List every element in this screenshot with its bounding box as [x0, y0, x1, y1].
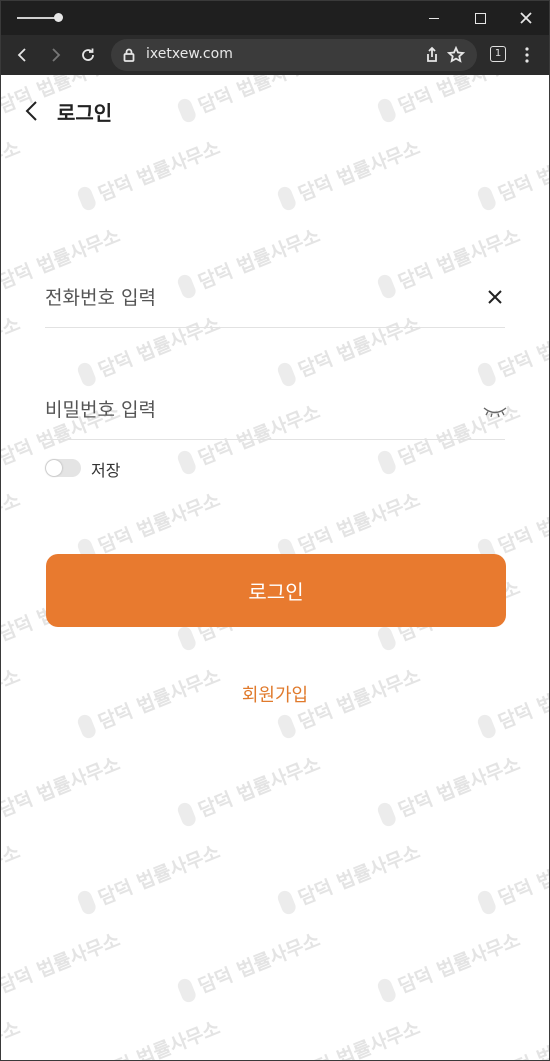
svg-text:담덕 법률사무소: 담덕 법률사무소	[495, 489, 549, 558]
toggle-knob	[46, 460, 62, 476]
watermark-stamp: 담덕 법률사무소	[377, 753, 523, 827]
watermark-stamp: 담덕 법률사무소	[95, 1017, 223, 1060]
svg-text:담덕 법률사무소: 담덕 법률사무소	[1, 313, 23, 382]
watermark-stamp: 담덕 법률사무소	[1, 753, 123, 822]
svg-text:담덕 법률사무소: 담덕 법률사무소	[1, 137, 23, 206]
login-button[interactable]: 로그인	[46, 554, 506, 627]
tab-count-button[interactable]: 1	[490, 46, 506, 62]
watermark-stamp: 담덕 법률사무소	[495, 1017, 549, 1060]
svg-text:담덕 법률사무소: 담덕 법률사무소	[495, 1017, 549, 1060]
watermark-stamp: 담덕 법률사무소	[177, 753, 323, 827]
back-arrow-icon	[17, 48, 26, 62]
password-input[interactable]	[45, 393, 465, 427]
svg-text:담덕 법률사무소: 담덕 법률사무소	[495, 137, 549, 206]
svg-text:담덕 법률사무소: 담덕 법률사무소	[295, 1017, 423, 1060]
share-icon[interactable]	[423, 46, 441, 64]
watermark-stamp: 담덕 법률사무소	[277, 841, 423, 915]
clear-icon[interactable]	[486, 288, 504, 306]
svg-text:담덕 법률사무소: 담덕 법률사무소	[1, 841, 23, 910]
svg-text:담덕 법률사무소: 담덕 법률사무소	[95, 841, 223, 910]
phone-input[interactable]	[45, 281, 465, 315]
password-field	[45, 383, 508, 440]
svg-text:담덕 법률사무소: 담덕 법률사무소	[295, 137, 423, 206]
watermark-stamp: 담덕 법률사무소	[377, 929, 523, 1003]
svg-text:담덕 법률사무소: 담덕 법률사무소	[1, 489, 23, 558]
menu-dots-icon[interactable]	[519, 43, 535, 67]
forward-arrow-icon	[52, 48, 61, 62]
back-icon[interactable]	[23, 99, 43, 123]
eye-closed-icon[interactable]	[482, 405, 508, 419]
phone-field	[45, 271, 505, 328]
watermark-stamp: 담덕 법률사무소	[477, 841, 549, 915]
page-title: 로그인	[57, 101, 113, 125]
signup-link: 회원가입	[1, 681, 549, 707]
title-bar	[1, 1, 549, 35]
title-slider-knob[interactable]	[54, 13, 63, 22]
svg-text:담덕 법률사무소: 담덕 법률사무소	[395, 929, 523, 998]
browser-toolbar: ixetxew.com 1	[1, 35, 549, 75]
minimize-button[interactable]	[411, 1, 457, 35]
watermark-stamp: 담덕 법률사무소	[1, 841, 23, 910]
page-header: 로그인	[1, 75, 549, 147]
url-text: ixetxew.com	[146, 46, 233, 62]
svg-text:담덕 법률사무소: 담덕 법률사무소	[395, 753, 523, 822]
save-label: 저장	[91, 461, 121, 480]
watermark-stamp: 담덕 법률사무소	[295, 1017, 423, 1060]
browser-window: ixetxew.com 1 담덕 법률사무소담덕 법률사무소담덕 법률사무소담덕…	[0, 0, 550, 1061]
watermark-stamp: 담덕 법률사무소	[177, 929, 323, 1003]
svg-text:담덕 법률사무소: 담덕 법률사무소	[195, 929, 323, 998]
maximize-icon	[474, 12, 486, 24]
svg-text:담덕 법률사무소: 담덕 법률사무소	[1, 1017, 23, 1060]
reload-icon	[82, 48, 94, 61]
watermark-stamp: 담덕 법률사무소	[1, 489, 23, 558]
svg-text:담덕 법률사무소: 담덕 법률사무소	[195, 753, 323, 822]
watermark-stamp: 담덕 법률사무소	[1, 1017, 23, 1060]
close-window-button[interactable]	[503, 1, 549, 35]
watermark-stamp: 담덕 법률사무소	[77, 841, 223, 915]
close-icon	[520, 12, 532, 24]
reload-button[interactable]	[74, 41, 102, 69]
minimize-icon	[429, 17, 439, 19]
watermark-stamp: 담덕 법률사무소	[1, 313, 23, 382]
bookmark-star-icon[interactable]	[447, 46, 465, 64]
svg-text:담덕 법률사무소: 담덕 법률사무소	[1, 929, 123, 998]
watermark-stamp: 담덕 법률사무소	[1, 929, 123, 998]
svg-text:담덕 법률사무소: 담덕 법률사무소	[95, 137, 223, 206]
svg-text:담덕 법률사무소: 담덕 법률사무소	[95, 489, 223, 558]
signup-link-text[interactable]: 회원가입	[242, 685, 308, 706]
svg-text:담덕 법률사무소: 담덕 법률사무소	[1, 753, 123, 822]
svg-text:담덕 법률사무소: 담덕 법률사무소	[95, 1017, 223, 1060]
lock-icon	[123, 48, 135, 62]
svg-text:담덕 법률사무소: 담덕 법률사무소	[295, 841, 423, 910]
address-bar[interactable]: ixetxew.com	[111, 39, 477, 71]
page-content: 담덕 법률사무소담덕 법률사무소담덕 법률사무소담덕 법률사무소담덕 법률사무소…	[1, 75, 549, 1060]
svg-text:담덕 법률사무소: 담덕 법률사무소	[295, 489, 423, 558]
save-toggle[interactable]	[45, 459, 81, 477]
forward-button[interactable]	[41, 41, 69, 69]
maximize-button[interactable]	[457, 1, 503, 35]
back-button[interactable]	[9, 41, 37, 69]
svg-text:담덕 법률사무소: 담덕 법률사무소	[495, 841, 549, 910]
